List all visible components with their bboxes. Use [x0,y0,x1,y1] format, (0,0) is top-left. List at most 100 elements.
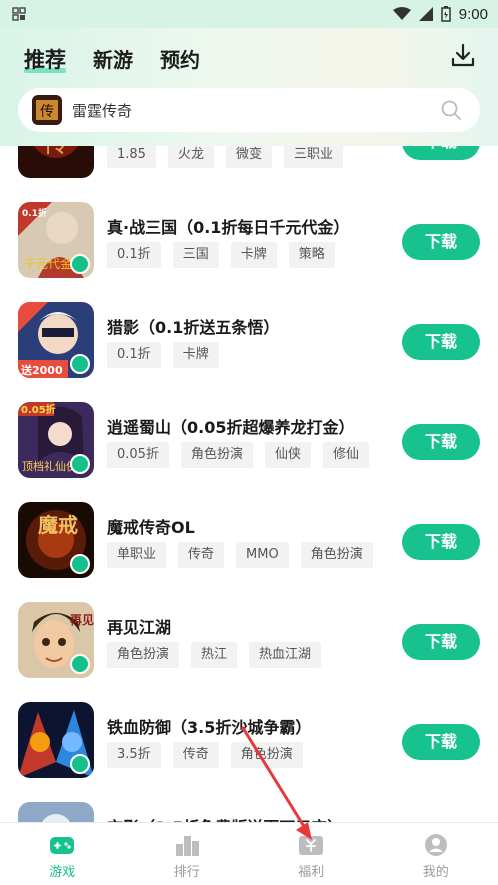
game-row[interactable]: 0.1折 千元代金 真·战三国（0.1折每日千元代金） 0.1折 三国 卡牌 策… [0,202,498,302]
game-icon[interactable]: 0.05折 顶档礼仙侠 [18,402,94,478]
verified-badge-icon [70,754,90,774]
download-button[interactable]: 下载 [402,324,480,360]
search-placeholder: 雷霆传奇 [72,101,133,120]
game-tags: 0.1折 三国 卡牌 策略 [107,242,335,268]
tag: 卡牌 [172,342,219,368]
game-name[interactable]: 真·战三国（0.1折每日千元代金） [107,214,349,238]
nav-label: 排行 [173,865,200,880]
download-button[interactable]: 下载 [402,724,480,760]
game-icon[interactable]: 魔戒 [18,502,94,578]
ranking-icon [175,836,199,856]
status-time: 9:00 [458,5,488,23]
game-icon[interactable]: 再见 [18,602,94,678]
search-game-thumbnail: 传 [32,95,62,125]
game-row[interactable]: 铁血防御（3.5折沙城争霸） 3.5折 传奇 角色扮演 下载 [0,702,498,802]
profile-icon [424,834,447,856]
tag: 0.1折 [107,242,161,268]
game-icon[interactable]: 送2000 [18,302,94,378]
tag: 卡牌 [230,242,277,268]
tag: 角色扮演 [300,542,373,568]
game-icon[interactable] [18,802,94,822]
game-icon[interactable]: 传 [18,146,94,178]
tag: 仙侠 [264,442,311,468]
svg-text:传: 传 [40,104,54,120]
game-name[interactable]: 玄影（3.5折免费版送百万元宝） [107,814,343,822]
tag: 1.85 [107,146,156,168]
svg-text:传: 传 [43,146,69,159]
game-row[interactable]: 魔戒 魔戒传奇OL 单职业 传奇 MMO 角色扮演 下载 [0,502,498,602]
game-list[interactable]: 传 1.85 火龙 微变 三职业 下载 0.1折 千元代金 真·战三国（0.1折… [0,146,498,822]
icon-promo-text: 0.1折 [22,207,47,219]
tag: 角色扮演 [180,442,253,468]
nav-label: 福利 [298,865,325,880]
icon-promo-text: 0.05折 [21,403,56,416]
game-row[interactable]: 玄影（3.5折免费版送百万元宝） 下载 [0,802,498,822]
game-row[interactable]: 送2000 猎影（0.1折送五条悟） 0.1折 卡牌 下载 [0,302,498,402]
tag: 火龙 [167,146,214,168]
gamepad-icon [50,837,75,854]
search-icon[interactable] [440,99,462,121]
tab-recommend[interactable]: 推荐 [24,44,66,74]
game-tags: 3.5折 传奇 角色扮演 [107,742,303,768]
download-button[interactable]: 下载 [402,624,480,660]
icon-title-text: 魔戒 [38,513,78,537]
header: 推荐 新游 预约 传 雷霆传奇 [0,28,498,146]
game-name[interactable]: 猎影（0.1折送五条悟） [107,314,279,338]
notification-icon [12,7,26,21]
tag: MMO [236,542,289,568]
tag: 角色扮演 [230,742,303,768]
download-button[interactable]: 下载 [402,224,480,260]
tab-reservation[interactable]: 预约 [160,44,200,73]
tag: 传奇 [178,542,225,568]
verified-badge-icon [70,254,90,274]
tag: 0.05折 [107,442,169,468]
tab-new-games[interactable]: 新游 [93,44,133,73]
game-name[interactable]: 魔戒传奇OL [107,514,195,538]
download-button[interactable]: 下载 [402,146,480,160]
bottom-nav: 游戏 排行 福利 我的 [0,822,498,885]
download-manager-icon[interactable] [450,42,476,68]
game-tags: 单职业 传奇 MMO 角色扮演 [107,542,373,568]
game-tags: 0.1折 卡牌 [107,342,219,368]
nav-item-ranking[interactable]: 排行 [125,823,250,885]
signal-icon [418,7,433,21]
tag: 微变 [225,146,272,168]
nav-item-profile[interactable]: 我的 [374,823,498,885]
wifi-icon [392,7,411,20]
verified-badge-icon [70,554,90,574]
icon-title-text: 再见 [70,613,94,627]
game-row[interactable]: 再见 再见江湖 角色扮演 热江 热血江湖 下载 [0,602,498,702]
battery-icon [441,6,451,22]
game-name[interactable]: 铁血防御（3.5折沙城争霸） [107,714,311,738]
svg-text:千元代金: 千元代金 [24,256,72,271]
tag: 策略 [288,242,335,268]
tag: 修仙 [322,442,369,468]
game-icon[interactable]: 0.1折 千元代金 [18,202,94,278]
game-icon[interactable] [18,702,94,778]
game-row[interactable]: 0.05折 顶档礼仙侠 逍遥蜀山（0.05折超爆养龙打金） 0.05折 角色扮演… [0,402,498,502]
tag: 3.5折 [107,742,161,768]
tag: 单职业 [107,542,167,568]
download-button[interactable]: 下载 [402,524,480,560]
tag: 三职业 [283,146,343,168]
svg-text:顶档礼仙侠: 顶档礼仙侠 [22,459,77,473]
game-row[interactable]: 传 1.85 火龙 微变 三职业 下载 [0,146,498,202]
tag: 热江 [191,642,238,668]
tag: 热血江湖 [249,642,322,668]
verified-badge-icon [70,654,90,674]
download-button[interactable]: 下载 [402,424,480,460]
verified-badge-icon [70,454,90,474]
tag: 角色扮演 [107,642,180,668]
verified-badge-icon [70,354,90,374]
nav-item-games[interactable]: 游戏 [0,823,125,885]
game-tags: 1.85 火龙 微变 三职业 [107,146,343,168]
game-name[interactable]: 再见江湖 [107,614,171,638]
tag: 三国 [172,242,219,268]
status-bar: 9:00 [0,0,498,28]
nav-label: 游戏 [49,865,76,880]
icon-promo-text: 送2000 [20,363,63,377]
search-bar[interactable]: 传 雷霆传奇 [18,88,480,132]
nav-item-welfare[interactable]: 福利 [249,823,374,885]
game-name[interactable]: 逍遥蜀山（0.05折超爆养龙打金） [107,414,354,438]
tag: 0.1折 [107,342,161,368]
